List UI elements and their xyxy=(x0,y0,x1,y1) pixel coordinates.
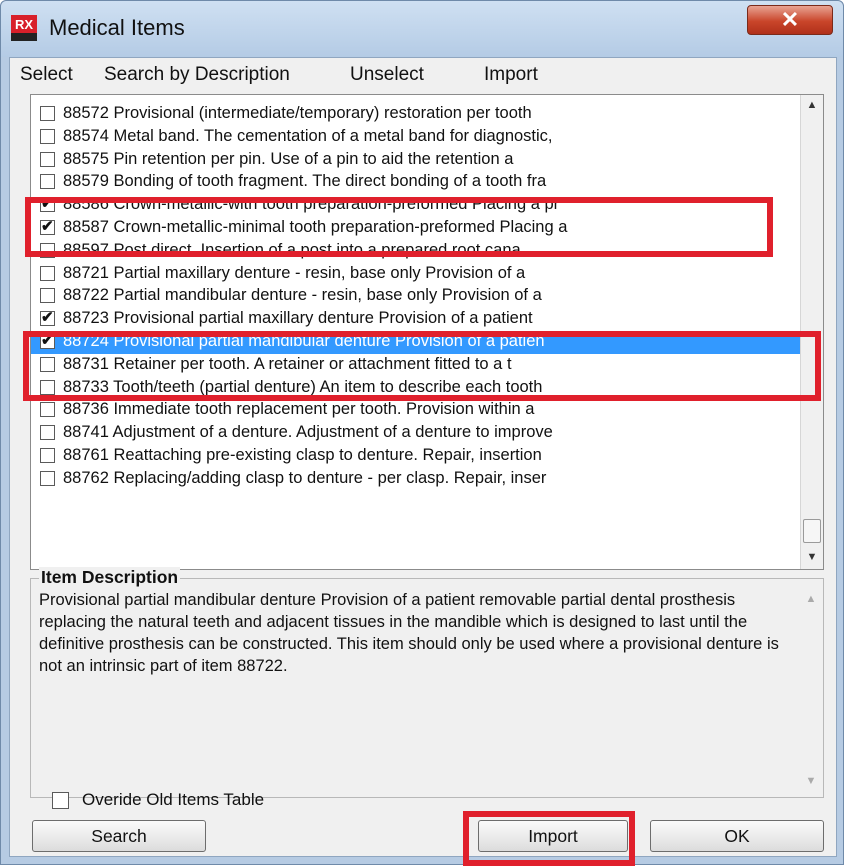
item-checkbox[interactable] xyxy=(40,425,55,441)
dialog-client-area: Select Search by Description Unselect Im… xyxy=(9,57,837,857)
item-checkbox[interactable]: ✔ xyxy=(40,218,55,235)
list-item-text: 88761 Reattaching pre-existing clasp to … xyxy=(63,446,542,464)
ok-button[interactable]: OK xyxy=(650,820,824,852)
item-checkbox[interactable] xyxy=(40,151,55,167)
scroll-down-icon[interactable]: ▼ xyxy=(801,551,823,563)
list-item[interactable]: 88762 Replacing/adding clasp to denture … xyxy=(31,468,803,491)
item-checkbox[interactable] xyxy=(40,265,55,281)
import-button-label: Import xyxy=(528,826,578,846)
checkmark-icon: ✔ xyxy=(41,218,54,235)
rx-app-icon: RX xyxy=(11,15,37,41)
item-checkbox[interactable] xyxy=(40,128,55,144)
list-item-text: 88579 Bonding of tooth fragment. The dir… xyxy=(63,172,547,191)
list-item-text: 88722 Partial mandibular denture - resin… xyxy=(63,286,542,305)
menu-import[interactable]: Import xyxy=(484,64,538,86)
list-item[interactable]: 88736 Immediate tooth replacement per to… xyxy=(31,399,803,422)
import-button[interactable]: Import xyxy=(478,820,628,852)
ok-button-label: OK xyxy=(724,826,750,846)
list-item[interactable]: 88733 Tooth/teeth (partial denture) An i… xyxy=(31,377,803,400)
list-item-text: 88762 Replacing/adding clasp to denture … xyxy=(63,468,547,487)
description-scroll-down-icon[interactable]: ▼ xyxy=(801,775,821,787)
item-checkbox[interactable]: ✔ xyxy=(40,309,55,327)
item-checkbox[interactable]: ✔ xyxy=(40,195,55,213)
list-item-text: 88587 Crown-metallic-minimal tooth prepa… xyxy=(63,218,568,236)
list-item-text: 88575 Pin retention per pin. Use of a pi… xyxy=(63,149,514,168)
description-scroll-up-icon[interactable]: ▲ xyxy=(801,593,821,605)
list-item-text: 88572 Provisional (intermediate/temporar… xyxy=(63,104,532,122)
list-item[interactable]: 88579 Bonding of tooth fragment. The dir… xyxy=(31,171,803,194)
list-item[interactable]: ✔ 88587 Crown-metallic-minimal tooth prep… xyxy=(31,217,803,240)
item-description-text: Provisional partial mandibular denture P… xyxy=(39,591,779,675)
list-item-text: 88721 Partial maxillary denture - resin,… xyxy=(63,263,526,282)
checkmark-icon: ✔ xyxy=(41,309,54,327)
item-checkbox[interactable] xyxy=(40,402,55,418)
item-checkbox[interactable] xyxy=(40,242,55,258)
close-icon: ✕ xyxy=(780,7,800,32)
list-item-text: 88736 Immediate tooth replacement per to… xyxy=(63,400,535,419)
medical-items-list[interactable]: 88572 Provisional (intermediate/temporar… xyxy=(30,94,824,570)
item-checkbox[interactable] xyxy=(40,174,55,190)
menu-select[interactable]: Select xyxy=(20,64,73,86)
list-vertical-scrollbar[interactable]: ▲ ▼ xyxy=(800,95,823,569)
list-item-text: 88597 Post direct. Insertion of a post i… xyxy=(63,240,521,259)
title-bar[interactable]: RX Medical Items ✕ xyxy=(1,1,843,57)
list-item[interactable]: 88731 Retainer per tooth. A retainer or … xyxy=(31,354,803,377)
item-checkbox[interactable] xyxy=(40,448,55,463)
list-item[interactable]: ✔ 88723 Provisional partial maxillary den… xyxy=(31,308,803,331)
list-item-text: 88724 Provisional partial mandibular den… xyxy=(63,332,545,350)
list-item[interactable]: 88721 Partial maxillary denture - resin,… xyxy=(31,263,803,286)
list-item[interactable]: 88574 Metal band. The cementation of a m… xyxy=(31,126,803,149)
window-title: Medical Items xyxy=(49,15,185,40)
list-item[interactable]: 88597 Post direct. Insertion of a post i… xyxy=(31,240,803,263)
list-item-text: 88731 Retainer per tooth. A retainer or … xyxy=(63,354,512,373)
menu-bar: Select Search by Description Unselect Im… xyxy=(10,58,836,92)
scroll-up-icon[interactable]: ▲ xyxy=(801,99,823,111)
item-description-legend: Item Description xyxy=(39,567,181,588)
checkmark-icon: ✔ xyxy=(41,195,54,213)
medical-items-window: RX Medical Items ✕ Select Search by Desc… xyxy=(0,0,844,866)
list-item[interactable]: 88741 Adjustment of a denture. Adjustmen… xyxy=(31,422,803,445)
scroll-thumb[interactable] xyxy=(803,519,821,543)
list-item[interactable]: 88575 Pin retention per pin. Use of a pi… xyxy=(31,149,803,172)
list-item-text: 88586 Crown-metallic-with tooth preparat… xyxy=(63,195,560,214)
item-description-group: Item Description Provisional partial man… xyxy=(30,567,824,798)
list-item[interactable]: ✔ 88724 Provisional partial mandibular de… xyxy=(31,331,803,354)
override-old-items-checkbox[interactable] xyxy=(52,792,69,809)
list-item-text: 88741 Adjustment of a denture. Adjustmen… xyxy=(63,423,553,442)
override-old-items-label: Overide Old Items Table xyxy=(82,790,265,809)
list-item[interactable]: 88761 Reattaching pre-existing clasp to … xyxy=(31,445,803,468)
menu-search-by-description[interactable]: Search by Description xyxy=(104,64,290,86)
menu-unselect[interactable]: Unselect xyxy=(350,64,424,86)
item-checkbox[interactable] xyxy=(40,379,55,395)
list-item-text: 88723 Provisional partial maxillary dent… xyxy=(63,309,533,328)
svg-text:RX: RX xyxy=(15,17,33,32)
list-item-text: 88574 Metal band. The cementation of a m… xyxy=(63,126,553,145)
list-item[interactable]: 88722 Partial mandibular denture - resin… xyxy=(31,285,803,308)
item-checkbox[interactable] xyxy=(40,356,55,372)
description-scrollbar[interactable]: ▲ ▼ xyxy=(801,593,821,789)
close-button[interactable]: ✕ xyxy=(747,5,833,35)
search-button[interactable]: Search xyxy=(32,820,206,852)
checkmark-icon: ✔ xyxy=(41,332,54,349)
list-item-text: 88733 Tooth/teeth (partial denture) An i… xyxy=(63,377,543,396)
list-item[interactable]: ✔ 88586 Crown-metallic-with tooth prepara… xyxy=(31,194,803,217)
item-checkbox[interactable]: ✔ xyxy=(40,332,55,349)
item-checkbox[interactable] xyxy=(40,470,55,486)
search-button-label: Search xyxy=(91,826,147,846)
item-checkbox[interactable] xyxy=(40,106,55,121)
item-checkbox[interactable] xyxy=(40,288,55,304)
list-item[interactable]: 88572 Provisional (intermediate/temporar… xyxy=(31,103,803,126)
